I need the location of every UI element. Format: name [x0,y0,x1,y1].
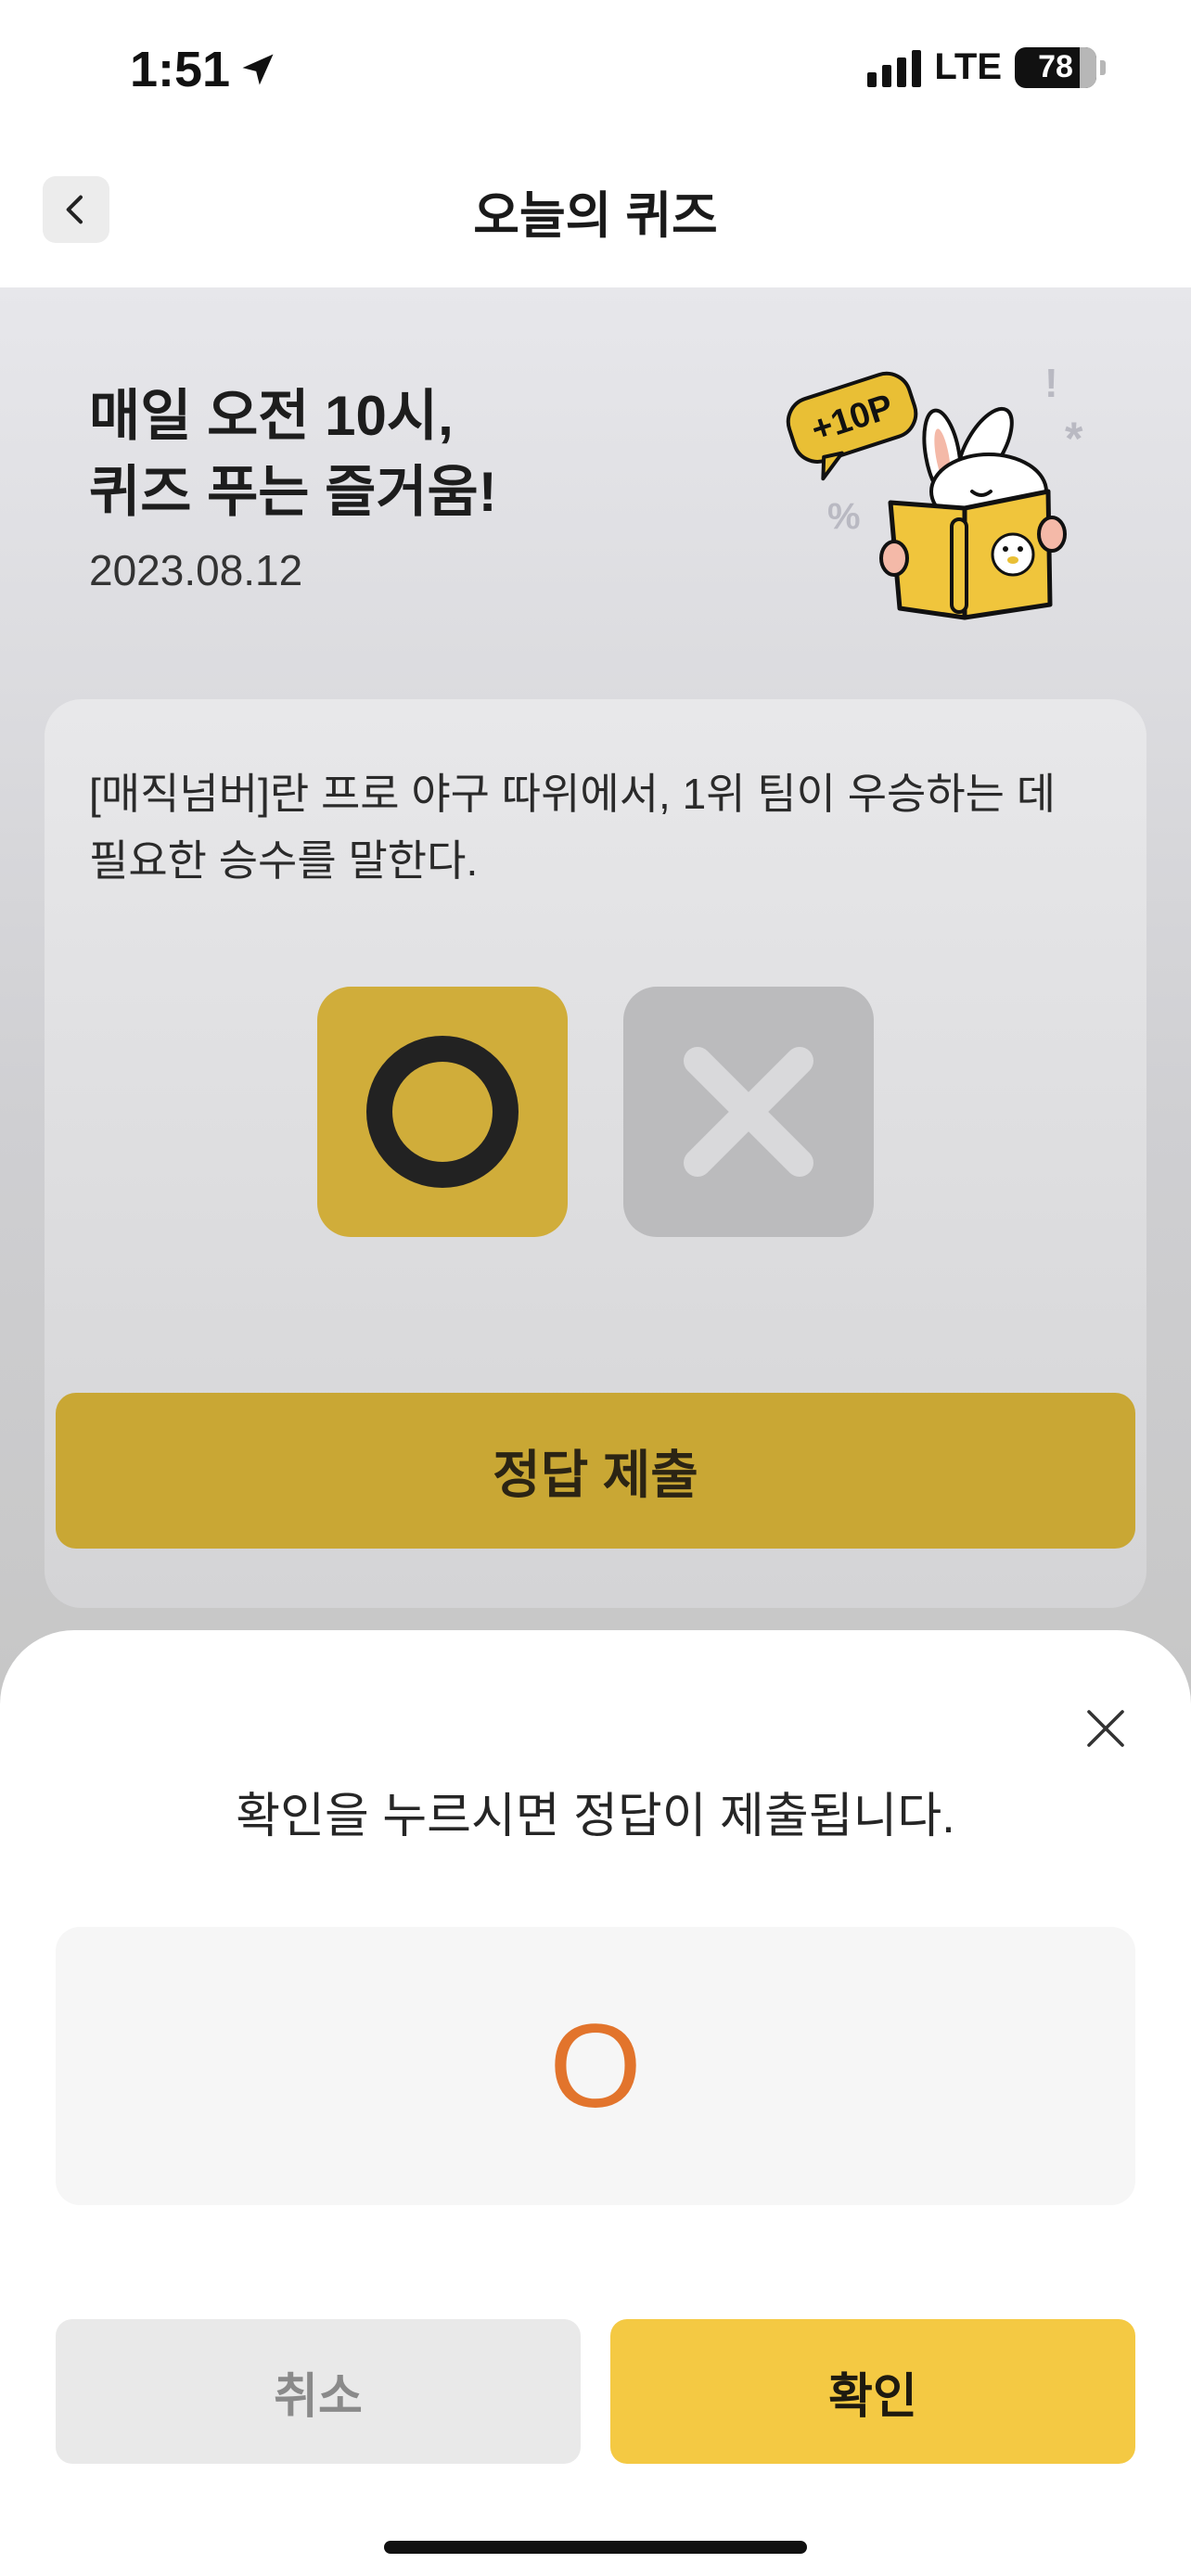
app-header: 오늘의 퀴즈 [0,139,1191,287]
confirm-bottom-sheet: 확인을 누르시면 정답이 제출됩니다. O 취소 확인 [0,1630,1191,2576]
status-bar: 1:51 LTE 78 [0,0,1191,139]
confirm-message: 확인을 누르시면 정답이 제출됩니다. [236,1790,955,1843]
reading-rabbit-illustration: +10P ! * % [786,361,1083,620]
svg-text:*: * [1065,413,1083,465]
network-label: LTE [934,46,1002,87]
page-title: 오늘의 퀴즈 [473,188,718,244]
home-indicator [384,2541,807,2554]
battery-icon: 78 [1015,46,1096,88]
quiz-date: 2023.08.12 [89,546,303,594]
cross-x-icon [684,1047,813,1177]
submit-answer-button[interactable]: 정답 제출 [56,1393,1135,1549]
status-indicators: LTE 78 [867,46,1106,88]
quiz-question: [매직넘버]란 프로 야구 따위에서, 1위 팀이 우승하는 데 필요한 승수를… [89,770,1057,885]
confirm-button[interactable]: 확인 [610,2319,1135,2464]
time-text: 1:51 [130,42,231,97]
hero-title: 매일 오전 10시, 퀴즈 푸는 즐거움! [89,378,497,530]
cancel-button[interactable]: 취소 [56,2319,581,2464]
svg-text:%: % [827,496,861,537]
hero-title-line1: 매일 오전 10시, [89,385,454,447]
battery-level: 78 [1038,49,1073,84]
location-arrow-icon [242,54,274,85]
option-x-button[interactable] [623,987,874,1237]
status-time: 1:51 [130,41,278,98]
svg-text:!: ! [1044,361,1058,406]
selected-answer: O [56,1927,1135,2205]
option-o-button[interactable] [317,987,568,1237]
signal-icon [867,48,922,87]
circle-o-icon [366,1036,519,1188]
close-button[interactable] [1078,1701,1133,1756]
close-icon [1087,1710,1124,1747]
hero-title-line2: 퀴즈 푸는 즐거움! [89,461,497,523]
